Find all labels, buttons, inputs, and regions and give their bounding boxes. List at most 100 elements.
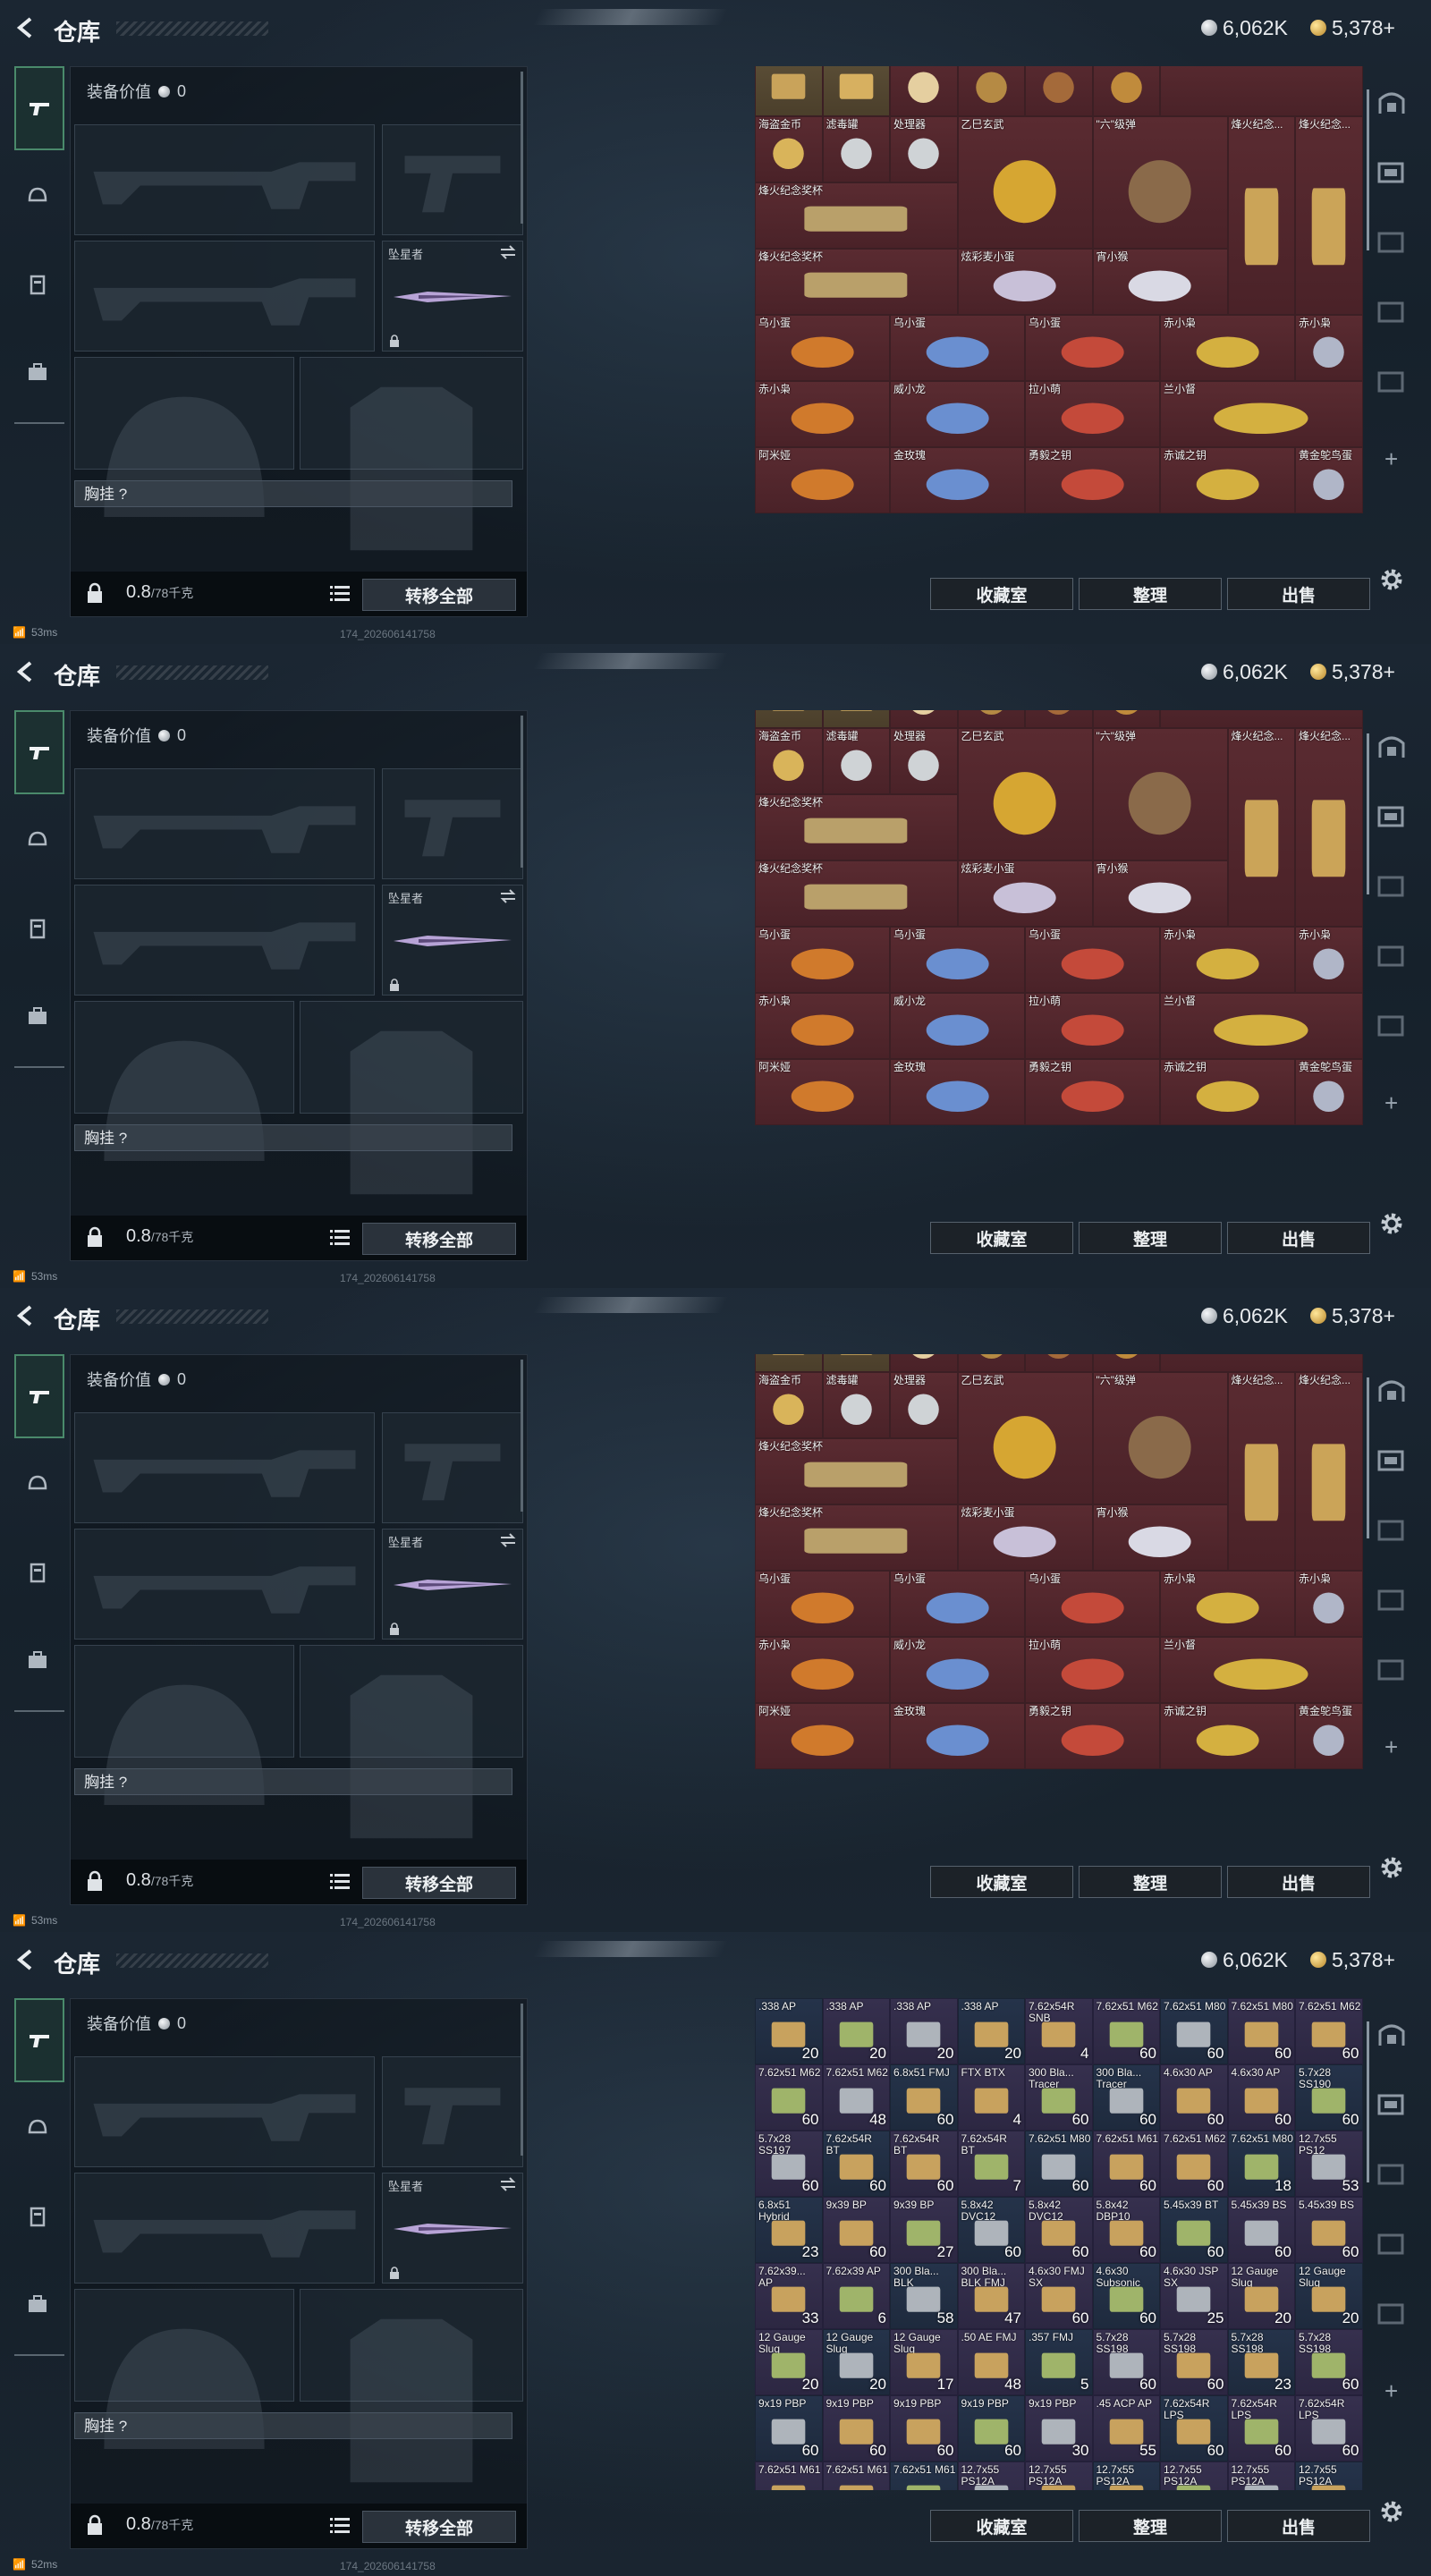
storage-item[interactable]: 烽火纪念奖杯: [755, 182, 958, 249]
tab-backpack[interactable]: [14, 1635, 61, 1685]
storage-item[interactable]: 7.62x51 M80 60: [1160, 1998, 1228, 2064]
sell-button[interactable]: 出售: [1227, 1222, 1370, 1254]
collection-room-button[interactable]: 收藏室: [930, 1866, 1073, 1898]
primary-weapon-slot[interactable]: [74, 124, 375, 235]
pistol-slot[interactable]: [382, 124, 523, 235]
pistol-slot[interactable]: [382, 768, 523, 879]
tab-weapons[interactable]: [14, 66, 64, 150]
storage-tab-3[interactable]: [1374, 2156, 1410, 2191]
pistol-slot[interactable]: [382, 2056, 523, 2167]
primary-weapon-slot[interactable]: [74, 1412, 375, 1523]
storage-item[interactable]: 9x19 PBP 60: [890, 2395, 958, 2462]
storage-item[interactable]: 5.8x42 DBP10 60: [1092, 2197, 1160, 2263]
storage-item[interactable]: 300 Bla... Tracer 60: [1092, 2064, 1160, 2131]
storage-item[interactable]: 6.8x51 Hybrid 23: [755, 2197, 823, 2263]
storage-item[interactable]: 赤小枭: [1295, 1571, 1363, 1637]
storage-item[interactable]: 赤小枭: [1295, 315, 1363, 381]
storage-item[interactable]: 荷鲁斯眼饰: [890, 1354, 958, 1372]
storage-item[interactable]: 哈夫币纸钞: [755, 710, 823, 728]
storage-item[interactable]: 哈夫币纸钞: [822, 710, 890, 728]
gear-icon[interactable]: [1377, 1209, 1406, 1238]
storage-item[interactable]: 9x19 PBP 60: [755, 2395, 823, 2462]
storage-item[interactable]: 赤小枭: [1160, 1571, 1295, 1637]
storage-item[interactable]: 5.7x28 SS198 60: [1295, 2329, 1363, 2395]
weight-lock-icon[interactable]: [85, 1226, 105, 1248]
tab-weapons[interactable]: [14, 1998, 64, 2082]
storage-item[interactable]: 阿米娅: [755, 1703, 890, 1769]
tab-armor[interactable]: [14, 2191, 61, 2241]
storage-item[interactable]: 烽火纪念...: [1295, 728, 1363, 927]
storage-tab-3[interactable]: [1374, 1512, 1410, 1547]
sort-button[interactable]: 整理: [1079, 1222, 1222, 1254]
storage-item[interactable]: "六"级弹: [1092, 1372, 1228, 1504]
storage-item[interactable]: 海盗金币: [755, 1372, 823, 1438]
storage-item[interactable]: 12 Gauge Slug 20: [1295, 2263, 1363, 2329]
storage-item[interactable]: .45 ACP AP 55: [1092, 2395, 1160, 2462]
sort-button[interactable]: 整理: [1079, 1866, 1222, 1898]
storage-scrollbar[interactable]: [1367, 1377, 1369, 1538]
storage-tab-2[interactable]: [1374, 154, 1410, 190]
storage-item[interactable]: 赤小枭: [1160, 927, 1295, 993]
sell-button[interactable]: 出售: [1227, 2510, 1370, 2542]
list-icon[interactable]: [330, 1872, 350, 1890]
storage-tab-5[interactable]: [1374, 1651, 1410, 1687]
tab-armor[interactable]: [14, 903, 61, 953]
storage-item[interactable]: 威小龙: [890, 1637, 1025, 1703]
storage-item[interactable]: 哈夫币纸钞: [822, 66, 890, 116]
storage-tab-5[interactable]: [1374, 1007, 1410, 1043]
storage-item[interactable]: 12.7x55 PS12A: [1295, 2462, 1363, 2490]
storage-item[interactable]: 7.62x51 M61: [755, 2462, 823, 2490]
storage-item[interactable]: 12.7x55 PS12 53: [1295, 2131, 1363, 2197]
storage-item[interactable]: 八段: [1092, 1354, 1160, 1372]
tab-backpack[interactable]: [14, 991, 61, 1041]
storage-item[interactable]: .338 AP 20: [755, 1998, 823, 2064]
storage-item[interactable]: 乌小蛋: [755, 927, 890, 993]
storage-item[interactable]: 滤毒罐: [822, 728, 890, 794]
add-storage-icon[interactable]: +: [1384, 1733, 1398, 1761]
storage-item[interactable]: 哈夫币纸钞: [822, 1354, 890, 1372]
storage-item[interactable]: 7.62x51 M80 60: [1025, 2131, 1093, 2197]
storage-item[interactable]: 300 Bla... BLK 58: [890, 2263, 958, 2329]
storage-item[interactable]: 7.62x51 M62 60: [1092, 1998, 1160, 2064]
storage-item[interactable]: 5.7x28 SS198 23: [1227, 2329, 1295, 2395]
storage-item[interactable]: 赤小枭: [755, 1637, 890, 1703]
sort-button[interactable]: 整理: [1079, 2510, 1222, 2542]
gold-currency[interactable]: 5,378+: [1310, 658, 1395, 685]
storage-item[interactable]: 烽火纪念...: [1227, 728, 1295, 927]
storage-item[interactable]: 7.62x51 M62 48: [822, 2064, 890, 2131]
helmet-slot[interactable]: [74, 2289, 294, 2449]
storage-tab-3[interactable]: [1374, 868, 1410, 903]
storage-scrollbar[interactable]: [1367, 733, 1369, 894]
list-icon[interactable]: [330, 2516, 350, 2534]
storage-item[interactable]: 阿米娅: [755, 1059, 890, 1125]
storage-item[interactable]: .338 AP 20: [890, 1998, 958, 2064]
sell-button[interactable]: 出售: [1227, 1866, 1370, 1898]
tab-helmet[interactable]: [14, 816, 61, 866]
storage-item[interactable]: 12.7x55 PS12A: [1160, 2462, 1228, 2490]
storage-item[interactable]: 300 Bla... Tracer 60: [1025, 2064, 1093, 2131]
storage-item[interactable]: 拉小萌: [1025, 1637, 1160, 1703]
sell-button[interactable]: 出售: [1227, 578, 1370, 610]
storage-item[interactable]: [957, 1354, 1025, 1372]
storage-item[interactable]: 4.6x30 Subsonic 60: [1092, 2263, 1160, 2329]
storage-tab-1[interactable]: [1374, 1372, 1410, 1408]
storage-item[interactable]: 7.62x51 M80 60: [1227, 1998, 1295, 2064]
storage-item[interactable]: 4.6x30 JSP SX 25: [1160, 2263, 1228, 2329]
weight-lock-icon[interactable]: [85, 1870, 105, 1892]
storage-item[interactable]: 勋章: [1025, 66, 1093, 116]
storage-item[interactable]: 拉小萌: [1025, 381, 1160, 447]
storage-item[interactable]: 7.62x54R LPS 60: [1227, 2395, 1295, 2462]
storage-scrollbar[interactable]: [1367, 2021, 1369, 2182]
storage-item[interactable]: 5.7x28 SS190 60: [1295, 2064, 1363, 2131]
storage-item[interactable]: 乌小蛋: [755, 315, 890, 381]
storage-item[interactable]: 9x19 PBP 60: [822, 2395, 890, 2462]
secondary-weapon-slot[interactable]: [74, 1529, 375, 1640]
storage-tab-2[interactable]: [1374, 2086, 1410, 2122]
storage-item[interactable]: 哈夫币纸钞: [755, 66, 823, 116]
tab-helmet[interactable]: [14, 2104, 61, 2154]
add-storage-icon[interactable]: +: [1384, 2377, 1398, 2405]
storage-item[interactable]: 哈夫币纸钞: [755, 1354, 823, 1372]
storage-item[interactable]: 烽火纪念...: [1227, 1372, 1295, 1571]
collection-room-button[interactable]: 收藏室: [930, 2510, 1073, 2542]
storage-item[interactable]: [1160, 1354, 1363, 1372]
